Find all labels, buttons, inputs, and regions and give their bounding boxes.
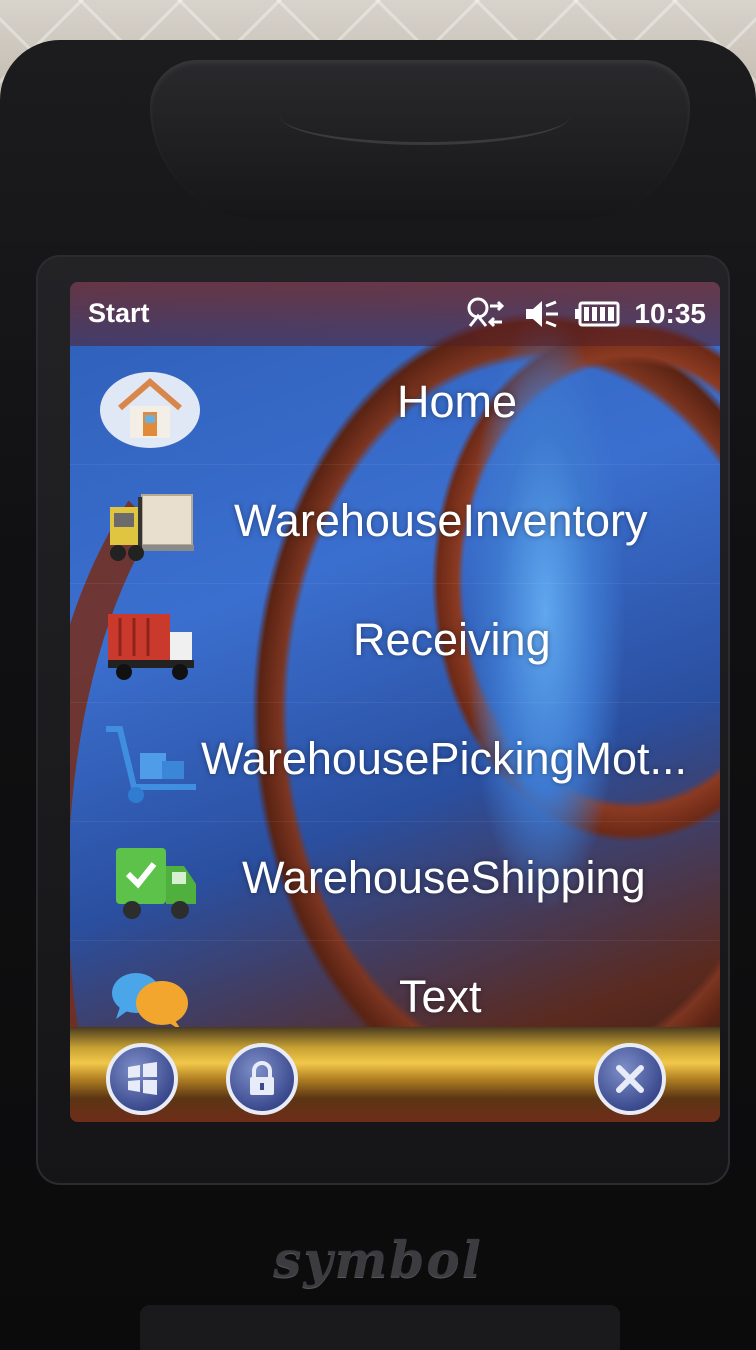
lock-button[interactable] (226, 1043, 298, 1115)
menu-item-warehouse-picking[interactable]: WarehousePickingMot... (70, 703, 720, 822)
menu-label-warehouse-picking: WarehousePickingMot... (201, 733, 688, 784)
close-button[interactable] (594, 1043, 666, 1115)
taskbar (70, 1027, 720, 1122)
brand-logo: symbol (273, 1230, 483, 1289)
status-bar: Start 10:35 (70, 282, 720, 346)
menu-label-text: Text (399, 971, 482, 1022)
battery-icon[interactable] (574, 299, 620, 329)
start-title[interactable]: Start (88, 298, 150, 329)
menu-item-receiving[interactable]: Receiving (70, 584, 720, 703)
hand-truck-icon (106, 726, 196, 803)
menu-item-warehouse-inventory[interactable]: WarehouseInventory (70, 465, 720, 584)
volume-muted-icon[interactable] (522, 296, 560, 332)
lock-icon (250, 1061, 274, 1095)
menu-item-home[interactable]: Home (70, 346, 720, 465)
connectivity-icon[interactable] (464, 296, 508, 332)
start-menu-list: Home WarehouseInventory Receiving Wareho… (70, 346, 720, 1060)
menu-label-warehouse-inventory: WarehouseInventory (234, 495, 648, 546)
shipping-truck-icon (116, 848, 196, 919)
delivery-truck-icon (108, 614, 194, 680)
device-screen: Start 10:35 Home WarehouseInventory Rece… (70, 282, 720, 1122)
clock[interactable]: 10:35 (634, 298, 706, 330)
menu-label-warehouse-shipping: WarehouseShipping (242, 852, 646, 903)
windows-start-icon (128, 1062, 157, 1095)
menu-item-warehouse-shipping[interactable]: WarehouseShipping (70, 822, 720, 941)
forklift-icon (110, 494, 194, 561)
status-icons: 10:35 (464, 296, 706, 332)
menu-label-home: Home (397, 376, 518, 427)
menu-label-receiving: Receiving (353, 614, 551, 665)
close-icon (616, 1065, 644, 1093)
home-icon (100, 372, 200, 448)
device-bottom-edge (140, 1305, 620, 1350)
windows-start-button[interactable] (106, 1043, 178, 1115)
